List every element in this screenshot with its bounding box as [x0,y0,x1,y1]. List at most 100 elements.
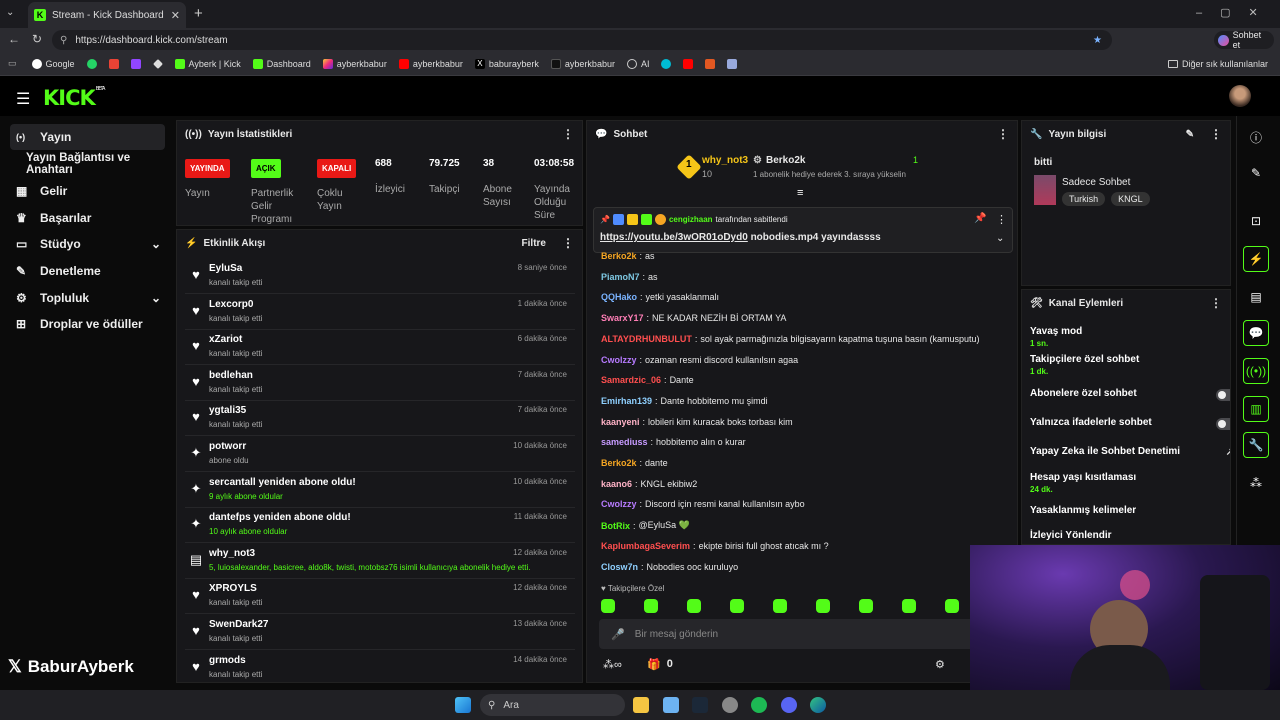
event-item[interactable]: ♥ grmods kanalı takip etti 14 dakika önc… [185,650,575,682]
channel-action[interactable]: İzleyici Yönlendir [1030,530,1220,541]
event-item[interactable]: ♥ SwenDark27 kanalı takip etti 13 dakika… [185,614,575,650]
chat-username[interactable]: KaplumbagaSeverim [601,541,690,551]
unpin-icon[interactable]: 📌 [974,213,986,224]
app-icon[interactable] [722,697,738,713]
chevron-down-icon[interactable]: ⌄ [996,233,1004,244]
chat-settings-icon[interactable]: ⚙ [935,658,945,671]
edit-icon[interactable]: ✎ [1186,129,1194,140]
chat-message[interactable]: KaplumbagaSeverim: ekipte birisi full gh… [601,541,829,551]
chat-username[interactable]: PiamoN7 [601,272,640,282]
broadcast-icon[interactable]: ((•)) [1243,358,1269,384]
event-item[interactable]: ♥ ygtali35 kanalı takip etti 7 dakika ön… [185,400,575,437]
chat-username[interactable]: Samardzic_06 [601,375,661,385]
copilot-button[interactable]: Sohbet et [1214,30,1274,50]
event-item[interactable]: ✦ potworr abone oldu 10 dakika önce [185,436,575,472]
discord-icon[interactable] [781,697,797,713]
taskbar-search[interactable]: ⚲ Ara [480,694,625,716]
bookmark[interactable] [148,54,168,74]
window-controls[interactable]: –▢✕ [1196,6,1276,19]
sidebar-item-denetleme[interactable]: ✎ Denetleme [10,258,165,284]
notes-icon[interactable]: ▤ [1243,284,1269,310]
channel-action[interactable]: Hesap yaşı kısıtlaması 24 dk. › [1030,472,1230,494]
channel-action[interactable]: Takipçilere özel sohbet 1 dk. › [1030,354,1230,376]
chat-message[interactable]: Berko2k: dante [601,458,668,468]
bookmark[interactable]: ayberkbabur [546,54,620,74]
collections-icon[interactable]: ▭ [8,58,17,69]
emote-icon[interactable] [859,599,873,613]
close-tab-icon[interactable]: ✕ [171,9,180,22]
more-icon[interactable]: ⋮ [996,213,1007,226]
emote-icon[interactable] [773,599,787,613]
chat-username[interactable]: Cwolzzy [601,499,637,509]
event-item[interactable]: ♥ XPROYLS kanalı takip etti 12 dakika ön… [185,578,575,615]
dashboard-icon[interactable]: ▥ [1243,396,1269,422]
menu-icon[interactable]: ☰ [16,89,30,109]
more-icon[interactable]: ⋮ [1210,296,1222,310]
event-item[interactable]: ✦ sercantall yeniden abone oldu! 9 aylık… [185,472,575,508]
emote-icon[interactable] [945,599,959,613]
tab-actions-icon[interactable]: ⌄ [6,7,20,21]
filter-button[interactable]: Filtre [522,238,546,249]
favorite-star-icon[interactable]: ★ [1093,35,1102,46]
chat-username[interactable]: Berko2k [601,251,637,261]
sidebar-item-droplar[interactable]: ⊞ Droplar ve ödüller [10,311,165,337]
chat-input[interactable]: 🎤 Bir mesaj gönderin [599,619,999,649]
bookmark[interactable] [722,54,742,74]
bookmark[interactable] [678,54,698,74]
chat-message[interactable]: SwarxY17: NE KADAR NEZİH Bİ ORTAM YA [601,313,786,323]
channel-action[interactable]: Yapay Zeka ile Sohbet Denetimi ↗ [1030,446,1230,458]
more-icon[interactable]: ⋮ [997,127,1009,141]
chat-message[interactable]: Samardzic_06: Dante [601,375,694,385]
expand-icon[interactable]: ≡ [797,187,803,199]
event-item[interactable]: ♥ EyluSa kanalı takip etti 8 saniye önce [185,258,575,294]
chat-username[interactable]: Cwolzzy [601,355,637,365]
bookmark[interactable]: Xbaburayberk [470,54,544,74]
emote-icon[interactable] [730,599,744,613]
file-explorer-icon[interactable] [633,697,649,713]
chat-message[interactable]: Closw7n: Nobodies ooc kuruluyo [601,562,738,572]
avatar[interactable] [1229,85,1251,107]
chat-message[interactable]: PiamoN7: as [601,272,658,282]
new-tab-icon[interactable]: + [194,5,203,22]
sidebar-item-studyo[interactable]: ▭ Stüdyo ⌄ [10,231,165,257]
edge-icon[interactable] [810,697,826,713]
emote-icon[interactable] [902,599,916,613]
sidebar-item-yayin[interactable]: (•) Yayın [10,124,165,150]
site-info-icon[interactable]: ⚲ [60,35,67,46]
back-icon[interactable]: ← [8,32,20,46]
mic-icon[interactable]: 🎤 [611,628,625,641]
pinned-link[interactable]: https://youtu.be/3wOR01oDyd0 [600,232,748,243]
bookmark[interactable]: Google [27,54,80,74]
toggle-switch[interactable] [1216,389,1230,401]
toggle-switch[interactable] [1216,418,1230,430]
url-field[interactable]: ⚲ https://dashboard.kick.com/stream ★ [52,30,1112,50]
emote-icon[interactable] [644,599,658,613]
chat-username[interactable]: BotRix [601,521,630,531]
camera-icon[interactable]: ⊡ [1243,208,1269,234]
community-icon[interactable]: ⁂ [1243,470,1269,496]
windows-start-icon[interactable] [455,697,471,713]
chat-message[interactable]: QQHako: yetki yasaklanmalı [601,292,719,302]
sidebar-item-basarilar[interactable]: ♛ Başarılar [10,205,165,231]
sidebar-item-gelir[interactable]: ▦ Gelir [10,178,165,204]
bookmark[interactable] [82,54,102,74]
chat-message[interactable]: ALTAYDRHUNBULUT: sol ayak parmağınızla b… [601,334,980,344]
bolt-icon[interactable]: ⚡ [1243,246,1269,272]
sidebar-item-stream-key[interactable]: Yayın Bağlantısı ve Anahtarı [20,151,172,177]
info-icon[interactable]: ⓘ [1243,124,1269,150]
chat-username[interactable]: SwarxY17 [601,313,644,323]
channel-action[interactable]: Yalnızca ifadelerle sohbet [1030,417,1230,430]
event-item[interactable]: ▤ why_not3 5, luiosalexander, basicree, … [185,543,575,579]
chat-message[interactable]: kaanyeni: lobileri kim kuracak boks torb… [601,417,793,427]
chat-username[interactable]: Berko2k [601,458,637,468]
more-icon[interactable]: ⋮ [562,127,574,141]
chat-message[interactable]: Berko2k: as [601,251,655,261]
chat-message[interactable]: kaano6: KNGL ekibiw2 [601,479,697,489]
event-item[interactable]: ♥ Lexcorp0 kanalı takip etti 1 dakika ön… [185,294,575,330]
bookmark[interactable]: ayberkbabur [318,54,392,74]
event-item[interactable]: ✦ dantefps yeniden abone oldu! 10 aylık … [185,507,575,544]
chat-username[interactable]: Emirhan139 [601,396,652,406]
emote-icon[interactable] [687,599,701,613]
more-icon[interactable]: ⋮ [562,236,574,250]
tag[interactable]: Turkish [1062,192,1106,206]
